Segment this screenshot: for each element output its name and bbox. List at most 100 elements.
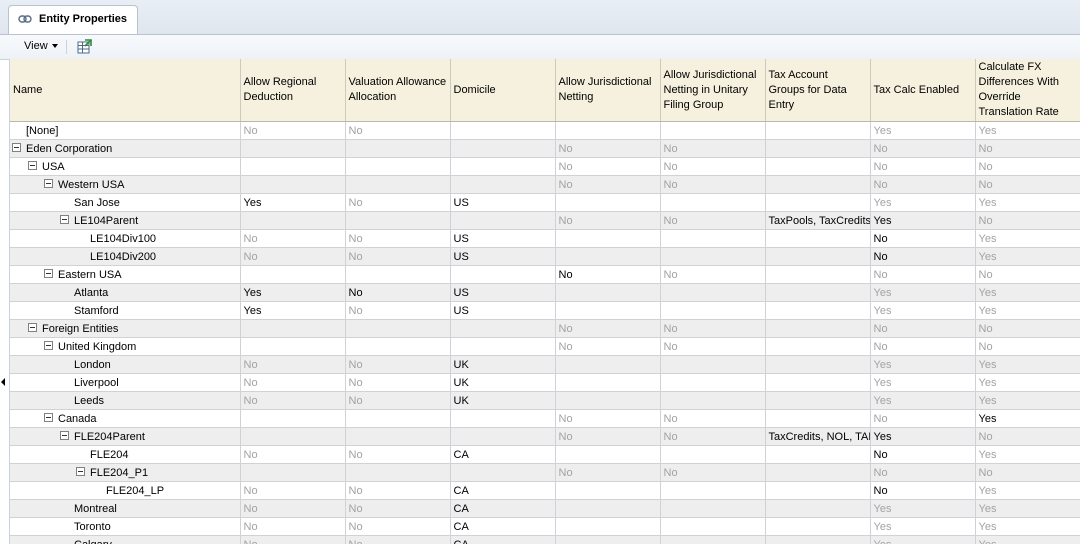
table-row[interactable]: Montreal No No CA Yes Yes: [10, 499, 1080, 518]
property-cell[interactable]: Yes: [975, 445, 1080, 464]
property-cell[interactable]: [345, 139, 451, 158]
property-cell[interactable]: No: [345, 283, 451, 302]
property-cell[interactable]: No: [870, 265, 976, 284]
table-row[interactable]: FLE204_LP No No CA No Yes: [10, 481, 1080, 500]
property-cell[interactable]: Yes: [870, 535, 976, 544]
property-cell[interactable]: No: [660, 319, 766, 338]
table-row[interactable]: USA No No No No: [10, 157, 1080, 176]
property-cell[interactable]: Yes: [975, 535, 1080, 544]
property-cell[interactable]: [765, 193, 871, 212]
column-header[interactable]: Tax Calc Enabled: [870, 59, 976, 122]
column-header[interactable]: Calculate FX Differences With Override T…: [975, 59, 1080, 122]
entity-name-cell[interactable]: San Jose: [10, 193, 241, 212]
property-cell[interactable]: No: [870, 409, 976, 428]
property-cell[interactable]: No: [240, 481, 346, 500]
property-cell[interactable]: [345, 409, 451, 428]
property-cell[interactable]: [555, 355, 661, 374]
property-cell[interactable]: No: [555, 175, 661, 194]
property-cell[interactable]: No: [660, 211, 766, 230]
entity-name-cell[interactable]: FLE204Parent: [10, 427, 241, 446]
property-cell[interactable]: Yes: [240, 301, 346, 320]
property-cell[interactable]: [450, 157, 556, 176]
property-cell[interactable]: No: [555, 139, 661, 158]
property-cell[interactable]: No: [870, 445, 976, 464]
property-cell[interactable]: Yes: [870, 499, 976, 518]
property-cell[interactable]: [765, 319, 871, 338]
property-cell[interactable]: [555, 445, 661, 464]
property-cell[interactable]: [450, 139, 556, 158]
property-cell[interactable]: No: [240, 517, 346, 536]
table-row[interactable]: FLE204_P1 No No No No: [10, 463, 1080, 482]
property-cell[interactable]: [765, 373, 871, 392]
property-cell[interactable]: No: [555, 409, 661, 428]
property-cell[interactable]: No: [660, 265, 766, 284]
property-cell[interactable]: CA: [450, 481, 556, 500]
property-cell[interactable]: Yes: [870, 193, 976, 212]
property-cell[interactable]: [765, 481, 871, 500]
collapse-toggle-icon[interactable]: [12, 143, 21, 153]
property-cell[interactable]: No: [240, 355, 346, 374]
property-cell[interactable]: No: [660, 175, 766, 194]
property-cell[interactable]: Yes: [975, 229, 1080, 248]
property-cell[interactable]: [240, 211, 346, 230]
property-cell[interactable]: [765, 517, 871, 536]
property-cell[interactable]: No: [555, 427, 661, 446]
entity-name-cell[interactable]: FLE204: [10, 445, 241, 464]
table-row[interactable]: Eastern USA No No No No: [10, 265, 1080, 284]
property-cell[interactable]: [240, 175, 346, 194]
table-row[interactable]: Eden Corporation No No No No: [10, 139, 1080, 158]
property-cell[interactable]: No: [870, 319, 976, 338]
table-row[interactable]: Western USA No No No No: [10, 175, 1080, 194]
property-cell[interactable]: UK: [450, 391, 556, 410]
property-cell[interactable]: [555, 499, 661, 518]
property-cell[interactable]: Yes: [240, 193, 346, 212]
property-cell[interactable]: [450, 175, 556, 194]
table-row[interactable]: LE104Div200 No No US No Yes: [10, 247, 1080, 266]
entity-name-cell[interactable]: Eden Corporation: [10, 139, 241, 158]
property-cell[interactable]: [240, 427, 346, 446]
property-cell[interactable]: [555, 193, 661, 212]
property-cell[interactable]: No: [870, 229, 976, 248]
entity-name-cell[interactable]: USA: [10, 157, 241, 176]
entity-name-cell[interactable]: London: [10, 355, 241, 374]
column-header[interactable]: Name: [10, 59, 241, 122]
property-cell[interactable]: [660, 283, 766, 302]
property-cell[interactable]: [555, 121, 661, 140]
entity-name-cell[interactable]: FLE204_LP: [10, 481, 241, 500]
property-cell[interactable]: [765, 247, 871, 266]
column-header[interactable]: Domicile: [450, 59, 556, 122]
property-cell[interactable]: No: [240, 391, 346, 410]
property-cell[interactable]: Yes: [870, 391, 976, 410]
property-cell[interactable]: Yes: [975, 409, 1080, 428]
entity-name-cell[interactable]: [None]: [10, 121, 241, 140]
property-cell[interactable]: No: [555, 211, 661, 230]
property-cell[interactable]: CA: [450, 445, 556, 464]
entity-name-cell[interactable]: Stamford: [10, 301, 241, 320]
entity-name-cell[interactable]: LE104Div200: [10, 247, 241, 266]
property-cell[interactable]: US: [450, 247, 556, 266]
property-cell[interactable]: [660, 229, 766, 248]
property-cell[interactable]: [660, 355, 766, 374]
property-cell[interactable]: Yes: [870, 283, 976, 302]
property-cell[interactable]: Yes: [870, 517, 976, 536]
property-cell[interactable]: [345, 463, 451, 482]
property-cell[interactable]: No: [870, 157, 976, 176]
property-cell[interactable]: No: [975, 463, 1080, 482]
property-cell[interactable]: [765, 301, 871, 320]
property-cell[interactable]: [555, 301, 661, 320]
property-cell[interactable]: CA: [450, 499, 556, 518]
table-row[interactable]: FLE204Parent No No TaxCredits, NOL, TAR Yes N…: [10, 427, 1080, 446]
property-cell[interactable]: [660, 445, 766, 464]
property-cell[interactable]: [660, 535, 766, 544]
column-header[interactable]: Valuation Allowance Allocation: [345, 59, 451, 122]
property-cell[interactable]: UK: [450, 373, 556, 392]
property-cell[interactable]: [660, 481, 766, 500]
property-cell[interactable]: [765, 229, 871, 248]
property-cell[interactable]: No: [345, 391, 451, 410]
entity-name-cell[interactable]: Toronto: [10, 517, 241, 536]
property-cell[interactable]: [765, 463, 871, 482]
property-cell[interactable]: Yes: [975, 391, 1080, 410]
property-cell[interactable]: Yes: [975, 481, 1080, 500]
property-cell[interactable]: [450, 427, 556, 446]
table-row[interactable]: Liverpool No No UK Yes Yes: [10, 373, 1080, 392]
